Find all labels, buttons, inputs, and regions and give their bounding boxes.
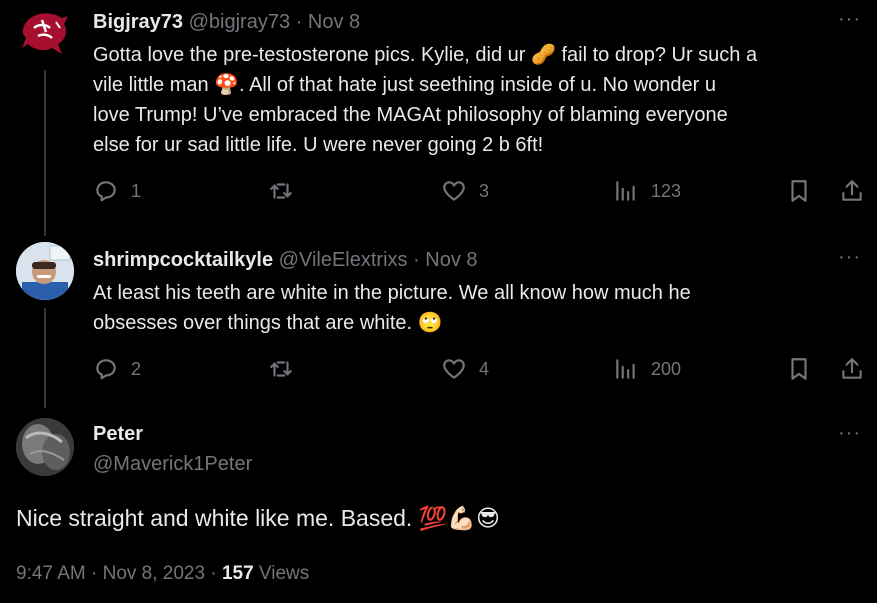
tweet-text: Gotta love the pre-testosterone pics. Ky… — [93, 40, 868, 160]
analytics-icon — [616, 359, 635, 379]
tweet-text-line: vile little man 🍄. All of that hate just… — [93, 74, 717, 96]
reply-count: 2 — [131, 358, 142, 379]
reply-count: 1 — [131, 180, 142, 201]
analytics-icon — [616, 181, 635, 201]
views-count: 157 — [221, 563, 254, 584]
bookmark-icon — [791, 180, 807, 202]
tweet-text-line: obsesses over things that are white. 🙄 — [93, 312, 443, 334]
timestamp[interactable]: · Nov 8 — [296, 11, 360, 33]
profile-photo-icon — [16, 242, 74, 300]
repost-icon — [270, 183, 292, 199]
tweet-text-line: else for ur sad little life. U were neve… — [93, 134, 544, 156]
action-bar: 2 4 200 — [93, 356, 867, 386]
display-name[interactable]: Peter — [93, 422, 252, 446]
tweet-text-line: Gotta love the pre-testosterone pics. Ky… — [93, 44, 758, 66]
avatar[interactable] — [16, 6, 74, 64]
more-options-icon[interactable]: ··· — [838, 422, 861, 445]
tweet-text-line: love Trump! U’ve embraced the MAGAt phil… — [93, 104, 728, 126]
timestamp[interactable]: · Nov 8 — [413, 249, 477, 271]
like-count: 4 — [479, 358, 490, 379]
reply-icon — [96, 181, 116, 202]
views-count: 200 — [651, 358, 682, 379]
tweet-timestamp[interactable]: 9:47 AM · Nov 8, 2023 · — [16, 563, 222, 584]
display-name[interactable]: shrimpcocktailkyle — [93, 249, 273, 271]
cougar-logo-icon — [22, 13, 68, 55]
like-button[interactable]: 4 — [441, 356, 489, 382]
tweet-header: Bigjray73 @bigjray73 · Nov 8 — [93, 10, 360, 34]
like-count: 3 — [479, 180, 490, 201]
share-icon — [842, 358, 862, 379]
action-bar: 1 3 123 — [93, 178, 867, 208]
heart-icon — [443, 181, 465, 201]
bookmark-icon — [791, 358, 807, 380]
heart-icon — [443, 359, 465, 379]
reply-icon — [96, 359, 116, 380]
profile-photo-icon — [16, 418, 74, 476]
tweet-header: Peter @Maverick1Peter — [93, 422, 252, 476]
display-name[interactable]: Bigjray73 — [93, 11, 183, 33]
main-tweet: Peter @Maverick1Peter ··· Nice straight … — [0, 412, 877, 603]
avatar[interactable] — [16, 242, 74, 300]
tweet-meta: 9:47 AM · Nov 8, 2023 · 157 Views — [16, 562, 309, 586]
avatar[interactable] — [16, 418, 74, 476]
share-button[interactable] — [839, 178, 865, 204]
views-label: Views — [253, 563, 310, 584]
reply-button[interactable]: 2 — [93, 356, 141, 382]
views-count: 123 — [651, 180, 682, 201]
like-button[interactable]: 3 — [441, 178, 489, 204]
views-button[interactable]: 200 — [613, 356, 681, 382]
reply-button[interactable]: 1 — [93, 178, 141, 204]
reply-tweet[interactable]: Bigjray73 @bigjray73 · Nov 8 ··· Gotta l… — [0, 0, 877, 225]
more-options-icon[interactable]: ··· — [838, 8, 861, 31]
tweet-text-line: At least his teeth are white in the pict… — [93, 282, 691, 304]
repost-button[interactable] — [268, 178, 306, 204]
repost-button[interactable] — [268, 356, 306, 382]
tweet-text: At least his teeth are white in the pict… — [93, 278, 868, 338]
repost-icon — [270, 361, 292, 377]
bookmark-button[interactable] — [786, 356, 812, 382]
more-options-icon[interactable]: ··· — [838, 246, 861, 269]
share-icon — [842, 180, 862, 201]
tweet-header: shrimpcocktailkyle @VileElextrixs · Nov … — [93, 248, 478, 272]
tweet-text: Nice straight and white like me. Based. … — [16, 505, 500, 531]
views-button[interactable]: 123 — [613, 178, 681, 204]
handle[interactable]: @Maverick1Peter — [93, 452, 252, 476]
handle[interactable]: @bigjray73 — [189, 11, 290, 33]
bookmark-button[interactable] — [786, 178, 812, 204]
reply-tweet[interactable]: shrimpcocktailkyle @VileElextrixs · Nov … — [0, 236, 877, 406]
share-button[interactable] — [839, 356, 865, 382]
handle[interactable]: @VileElextrixs — [279, 249, 408, 271]
